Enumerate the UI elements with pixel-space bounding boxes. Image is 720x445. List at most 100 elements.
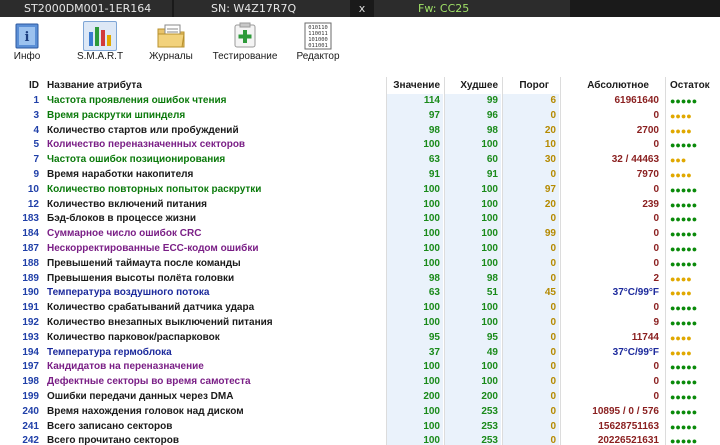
- attribute-name: Суммарное число ошибок CRC: [47, 228, 202, 240]
- attribute-value: 100: [387, 197, 443, 213]
- attribute-threshold: 45: [503, 286, 559, 302]
- attribute-threshold: 0: [503, 389, 559, 405]
- attribute-id: 1: [33, 95, 39, 106]
- attribute-name: Температура воздушного потока: [47, 287, 210, 299]
- table-row[interactable]: 199 Ошибки передачи данных через DMA 200 20…: [0, 389, 720, 405]
- header-value[interactable]: Значение: [387, 77, 443, 94]
- table-row[interactable]: 183 Бэд-блоков в процессе жизни 100 100 0 0 ●●…: [0, 212, 720, 228]
- table-row[interactable]: 184 Суммарное число ошибок CRC 100 100 99 0 ●●…: [0, 227, 720, 242]
- table-row[interactable]: 12 Количество включений питания 100 100 20 23…: [0, 197, 720, 213]
- attribute-threshold: 97: [503, 182, 559, 198]
- attribute-value: 100: [387, 315, 443, 331]
- table-row[interactable]: 9 Время наработки накопителя 91 91 0 7970 ●●●●: [0, 167, 720, 183]
- header-threshold[interactable]: Порог: [503, 77, 559, 94]
- attribute-name: Время нахождения головок над диском: [47, 405, 244, 417]
- table-row[interactable]: 187 Нескорректированные ECC-кодом ошибки 1…: [0, 241, 720, 257]
- logs-label: Журналы: [149, 51, 193, 62]
- attribute-name: Количество включений питания: [47, 198, 207, 210]
- table-row[interactable]: 3 Время раскрутки шпинделя 97 96 0 0 ●●●●: [0, 108, 720, 124]
- svg-text:i: i: [25, 30, 30, 45]
- title-bar: ST2000DM001-1ER164 SN: W4Z17R7Q x Fw: CC…: [0, 0, 720, 17]
- attribute-value: 91: [387, 167, 443, 183]
- header-worst[interactable]: Худшее: [445, 77, 501, 94]
- testing-button[interactable]: Тестирование: [208, 21, 282, 65]
- header-absolute[interactable]: Абсолютное: [561, 77, 663, 94]
- table-row[interactable]: 191 Количество срабатываний датчика удара…: [0, 301, 720, 316]
- attribute-absolute: 0: [653, 376, 659, 388]
- smart-label: S.M.A.R.T: [76, 51, 124, 62]
- attribute-id: 188: [22, 257, 39, 269]
- info-button[interactable]: i Инфо: [4, 21, 50, 65]
- attribute-value: 100: [387, 301, 443, 316]
- svg-text:011001: 011001: [308, 43, 327, 49]
- attribute-worst: 253: [445, 419, 501, 435]
- header-name[interactable]: Название атрибута: [47, 77, 142, 94]
- table-row[interactable]: 189 Превышения высоты полёта головки 98 98 0…: [0, 271, 720, 287]
- header-remaining[interactable]: Остаток: [668, 77, 720, 94]
- attribute-absolute: 32 / 44463: [611, 154, 659, 166]
- table-row[interactable]: 188 Превышений таймаута после команды 100 1…: [0, 256, 720, 272]
- table-row[interactable]: 240 Время нахождения головок над диском 10…: [0, 404, 720, 420]
- editor-button[interactable]: 010110 110011 101000 011001 Редактор: [292, 21, 344, 65]
- attribute-worst: 95: [445, 330, 501, 346]
- header-id[interactable]: ID: [6, 77, 39, 94]
- attribute-value: 100: [387, 375, 443, 390]
- attribute-name: Дефектные секторы во время самотеста: [47, 376, 251, 388]
- attribute-id: 189: [22, 272, 39, 284]
- table-row[interactable]: 7 Частота ошибок позиционирования 63 60 30 32…: [0, 153, 720, 168]
- attribute-threshold: 0: [503, 434, 559, 445]
- table-row[interactable]: 198 Дефектные секторы во время самотеста 1…: [0, 375, 720, 390]
- attribute-threshold: 0: [503, 108, 559, 124]
- smart-table-body: 1 Частота проявления ошибок чтения 114 99 6 6…: [0, 94, 720, 445]
- attribute-worst: 98: [445, 271, 501, 287]
- close-button[interactable]: x: [352, 0, 372, 17]
- table-row[interactable]: 193 Количество парковок/распарковок 95 95 0 1…: [0, 330, 720, 346]
- attribute-name: Превышений таймаута после команды: [47, 257, 241, 269]
- attribute-absolute: 0: [653, 242, 659, 254]
- attribute-id: 10: [27, 183, 39, 195]
- attribute-threshold: 0: [503, 404, 559, 420]
- remaining-indicator: ●●●●●: [670, 317, 698, 328]
- attribute-worst: 60: [445, 153, 501, 168]
- attribute-id: 198: [22, 376, 39, 388]
- table-row[interactable]: 194 Температура гермоблока 37 49 0 37°C/99°F ●…: [0, 345, 720, 361]
- attribute-name: Количество парковок/распарковок: [47, 331, 220, 343]
- attribute-worst: 200: [445, 389, 501, 405]
- table-row[interactable]: 190 Температура воздушного потока 63 51 45 37…: [0, 286, 720, 302]
- attribute-worst: 100: [445, 315, 501, 331]
- remaining-indicator: ●●●●: [670, 332, 692, 343]
- binary-editor-icon: 010110 110011 101000 011001: [301, 21, 335, 51]
- attribute-absolute: 61961640: [614, 95, 660, 106]
- attribute-absolute: 2700: [636, 124, 659, 136]
- attribute-name: Кандидатов на переназначение: [47, 361, 204, 373]
- logs-button[interactable]: Журналы: [143, 21, 199, 65]
- attribute-name: Бэд-блоков в процессе жизни: [47, 213, 197, 225]
- table-row[interactable]: 5 Количество переназначенных секторов 100 1…: [0, 138, 720, 154]
- attribute-value: 100: [387, 241, 443, 257]
- attribute-threshold: 0: [503, 419, 559, 435]
- attribute-id: 191: [22, 302, 39, 314]
- table-row[interactable]: 197 Кандидатов на переназначение 100 100 0 0 ●…: [0, 360, 720, 376]
- smart-button[interactable]: S.M.A.R.T: [72, 21, 128, 65]
- table-row[interactable]: 241 Всего записано секторов 100 253 0 1562875…: [0, 419, 720, 435]
- attribute-value: 37: [387, 345, 443, 361]
- attribute-value: 63: [387, 153, 443, 168]
- attribute-absolute: 0: [653, 139, 659, 151]
- attribute-value: 100: [387, 227, 443, 242]
- attribute-id: 5: [33, 139, 39, 151]
- attribute-worst: 100: [445, 301, 501, 316]
- remaining-indicator: ●●●●●: [670, 229, 698, 240]
- attribute-worst: 100: [445, 212, 501, 228]
- attribute-absolute: 9: [653, 316, 659, 328]
- attribute-worst: 100: [445, 256, 501, 272]
- remaining-indicator: ●●●●●: [670, 140, 698, 151]
- table-row[interactable]: 242 Всего прочитано секторов 100 253 0 202265…: [0, 434, 720, 445]
- table-row[interactable]: 192 Количество внезапных выключений питан…: [0, 315, 720, 331]
- attribute-worst: 100: [445, 197, 501, 213]
- attribute-id: 197: [22, 361, 39, 373]
- table-row[interactable]: 10 Количество повторных попыток раскрутки…: [0, 182, 720, 198]
- table-row[interactable]: 1 Частота проявления ошибок чтения 114 99 6 6…: [0, 94, 720, 109]
- table-row[interactable]: 4 Количество стартов или пробуждений 98 98 2…: [0, 123, 720, 139]
- remaining-indicator: ●●●●●: [670, 199, 698, 210]
- attribute-absolute: 239: [642, 198, 659, 210]
